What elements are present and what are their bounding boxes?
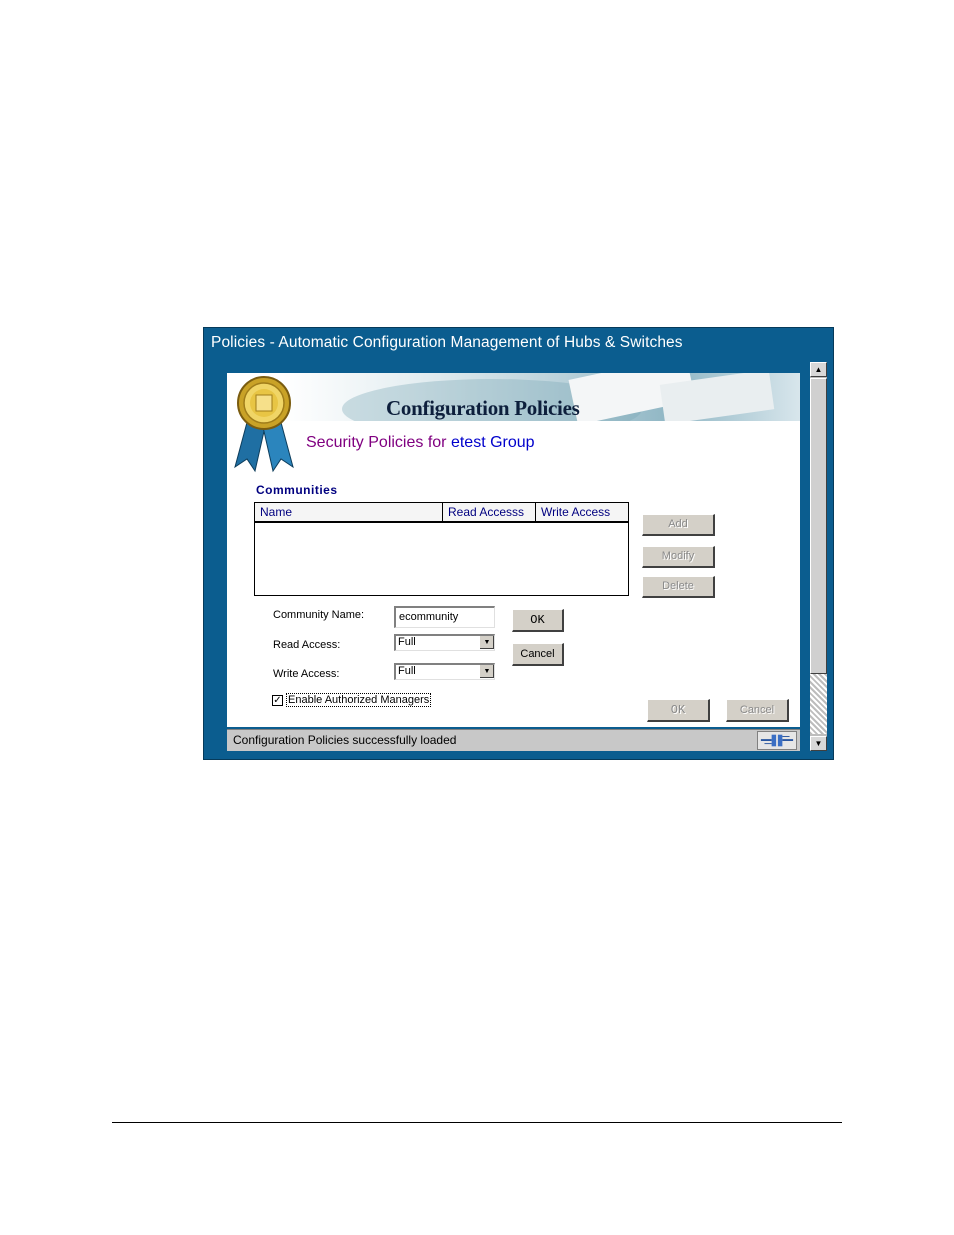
scroll-thumb[interactable] xyxy=(810,378,827,674)
community-name-label: Community Name: xyxy=(273,609,365,621)
window-title: Policies - Automatic Configuration Manag… xyxy=(211,334,683,351)
subtitle-group-name: etest Group xyxy=(450,434,535,451)
scroll-down-icon[interactable]: ▼ xyxy=(810,736,827,751)
write-access-label: Write Access: xyxy=(273,668,340,680)
vertical-scrollbar[interactable]: ▲ ▼ xyxy=(810,362,827,751)
column-header-name[interactable]: Name xyxy=(255,503,443,521)
security-policies-subtitle: Security Policies for etest Group xyxy=(306,434,535,452)
enable-authorized-managers-checkbox[interactable]: ✓ xyxy=(272,695,283,706)
dialog-ok-button[interactable]: OK xyxy=(647,699,710,722)
network-connection-icon xyxy=(757,731,797,750)
modify-button[interactable]: Modify xyxy=(642,546,715,568)
dialog-cancel-button[interactable]: Cancel xyxy=(726,699,789,722)
add-button[interactable]: Add xyxy=(642,514,715,536)
dropdown-arrow-icon[interactable]: ▼ xyxy=(479,636,494,649)
delete-button[interactable]: Delete xyxy=(642,576,715,598)
scroll-up-icon[interactable]: ▲ xyxy=(810,362,827,377)
list-header: Name Read Accesss Write Access xyxy=(255,503,628,523)
community-name-field[interactable]: ecommunity xyxy=(394,606,495,628)
read-access-value: Full xyxy=(398,636,416,648)
read-access-select[interactable]: Full ▼ xyxy=(394,634,495,651)
enable-authorized-managers-label[interactable]: Enable Authorized Managers xyxy=(286,693,432,707)
banner-title: Configuration Policies xyxy=(386,396,580,420)
communities-list[interactable]: Name Read Accesss Write Access xyxy=(254,502,629,596)
write-access-select[interactable]: Full ▼ xyxy=(394,663,495,680)
column-header-write-access[interactable]: Write Access xyxy=(536,503,628,521)
scroll-track[interactable] xyxy=(810,674,827,734)
subtitle-prefix: Security Policies for xyxy=(306,434,447,451)
community-cancel-button[interactable]: Cancel xyxy=(512,643,564,666)
community-ok-button[interactable]: OK xyxy=(512,609,564,632)
banner-graphic: Configuration Policies xyxy=(282,373,800,421)
page-divider xyxy=(112,1122,842,1123)
award-ribbon-icon xyxy=(234,376,294,473)
dropdown-arrow-icon[interactable]: ▼ xyxy=(479,665,494,678)
status-bar: Configuration Policies successfully load… xyxy=(227,729,800,751)
policies-window: Policies - Automatic Configuration Manag… xyxy=(203,327,834,760)
write-access-value: Full xyxy=(398,665,416,677)
column-header-read-access[interactable]: Read Accesss xyxy=(443,503,536,521)
content-panel: Configuration Policies Security Policies… xyxy=(227,373,800,727)
checkmark-icon: ✓ xyxy=(273,695,282,706)
communities-label: Communities xyxy=(256,483,338,497)
status-text: Configuration Policies successfully load… xyxy=(233,733,457,747)
read-access-label: Read Access: xyxy=(273,639,341,651)
